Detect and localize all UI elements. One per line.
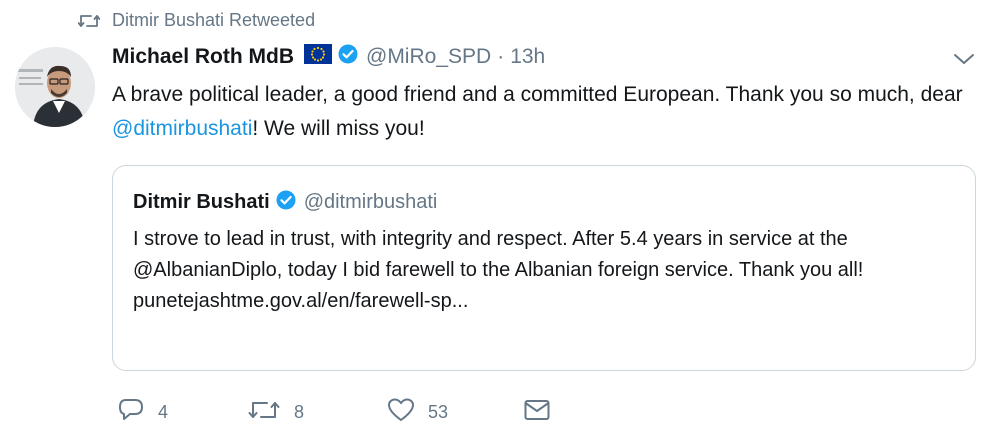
- author-handle[interactable]: @MiRo_SPD: [366, 45, 491, 69]
- retweet-context[interactable]: Ditmir Bushati Retweeted: [78, 10, 315, 31]
- tweet-timestamp[interactable]: 13h: [510, 45, 545, 69]
- separator-dot: ·: [497, 44, 505, 68]
- tweet-text-part1: A brave political leader, a good friend …: [112, 83, 963, 106]
- quoted-tweet-header: Ditmir Bushati @ditmirbushati: [133, 190, 437, 215]
- like-count: 53: [428, 402, 449, 422]
- tweet-text: A brave political leader, a good friend …: [112, 78, 972, 146]
- quoted-tweet-text: I strove to lead in trust, with integrit…: [133, 224, 963, 317]
- verified-badge-icon: [338, 44, 358, 69]
- quoted-tweet-body: I strove to lead in trust, with integrit…: [133, 228, 864, 281]
- chevron-down-icon[interactable]: [953, 52, 975, 71]
- retweet-icon: [248, 399, 280, 426]
- message-icon: [524, 399, 550, 426]
- quoted-tweet[interactable]: Ditmir Bushati @ditmirbushati I strove t…: [112, 165, 976, 371]
- verified-badge-icon: [276, 190, 296, 215]
- reply-button[interactable]: 4: [118, 398, 248, 427]
- reply-count: 4: [158, 402, 169, 422]
- quoted-author-name: Ditmir Bushati: [133, 191, 270, 213]
- mention-link[interactable]: @ditmirbushati: [112, 117, 252, 140]
- direct-message-button[interactable]: [524, 399, 550, 426]
- retweet-icon: [78, 13, 100, 29]
- retweet-context-label: Ditmir Bushati Retweeted: [112, 10, 316, 30]
- heart-icon: [388, 398, 414, 427]
- quoted-tweet-link: punetejashtme.gov.al/en/farewell-sp...: [133, 290, 469, 312]
- like-button[interactable]: 53: [388, 398, 524, 427]
- tweet-header: Michael Roth MdB @MiRo_SPD · 13h: [112, 44, 545, 69]
- tweet-text-part2: ! We will miss you!: [252, 117, 425, 140]
- avatar[interactable]: [15, 47, 95, 127]
- tweet-actions: 4 8 53: [118, 398, 550, 427]
- reply-icon: [118, 398, 144, 427]
- eu-flag-icon: [304, 44, 332, 69]
- retweet-button[interactable]: 8: [248, 399, 388, 426]
- quoted-author-handle: @ditmirbushati: [303, 191, 438, 213]
- author-name[interactable]: Michael Roth MdB: [112, 45, 294, 69]
- retweet-count: 8: [294, 402, 305, 422]
